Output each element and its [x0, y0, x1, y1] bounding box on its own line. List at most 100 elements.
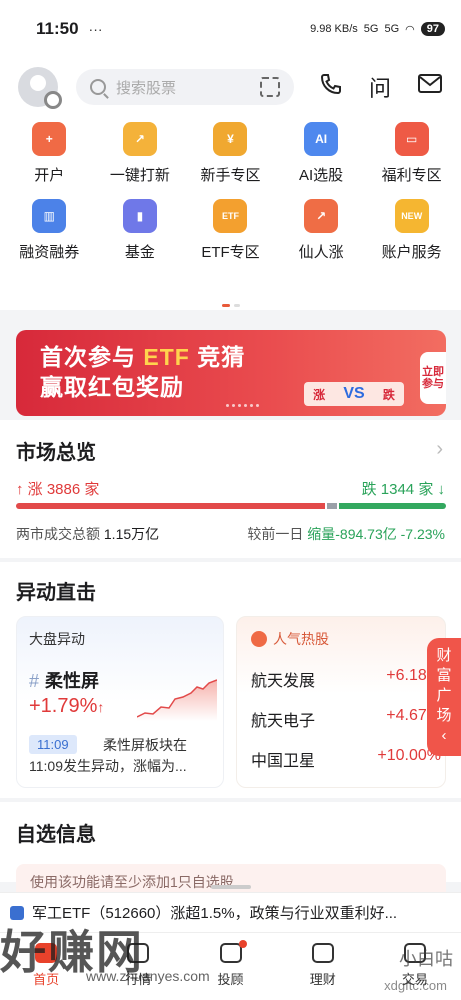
turnover-label: 两市成交总额: [16, 526, 100, 542]
network-speed: 9.98 KB/s: [310, 23, 358, 35]
status-time: 11:50: [36, 19, 79, 38]
quick-item[interactable]: ¥ 新手专区: [185, 122, 276, 185]
drag-handle[interactable]: [211, 885, 251, 889]
banner-vs-badge: 涨 VS 跌: [304, 382, 404, 406]
market-move-card[interactable]: 大盘异动 # 柔性屏 +1.79%↑ 柔性屏板块在11:09发生异动，涨幅为...…: [16, 616, 224, 788]
quick-item[interactable]: NEW 账户服务: [366, 199, 457, 262]
header: 搜索股票 问: [0, 58, 461, 110]
quick-item[interactable]: ↗ 仙人涨: [276, 199, 367, 262]
avatar-head: [30, 75, 46, 91]
search-placeholder: 搜索股票: [116, 79, 177, 97]
grid-pager: [222, 304, 240, 307]
scan-icon[interactable]: [260, 77, 280, 97]
tab-icon: [311, 943, 334, 963]
market-breadth-bar: [16, 503, 446, 509]
quick-item-label: 新手专区: [200, 167, 261, 184]
movers-section: 异动直击 大盘异动 # 柔性屏 +1.79%↑ 柔性屏板块在11:09发生异动，涨…: [0, 562, 461, 798]
stock-name: 航天电子: [251, 713, 316, 730]
quick-item-icon: ▮: [122, 199, 157, 233]
battery-icon: 97: [420, 22, 445, 36]
stock-name: 航天发展: [251, 673, 316, 690]
quick-item-icon: ETF: [213, 199, 248, 233]
quick-item[interactable]: ETF ETF专区: [185, 199, 276, 262]
compare-label: 较前一日: [247, 526, 304, 542]
quick-item-label: AI选股: [299, 167, 344, 184]
compare-value: -894.73亿: [335, 526, 397, 542]
market-overview[interactable]: 市场总览 › ↑ 涨 3886 家 跌 1344 家 ↓ 两市成交总额 1.15…: [0, 420, 461, 558]
quick-item[interactable]: AI AI选股: [276, 122, 367, 185]
quick-item[interactable]: ▮ 基金: [95, 199, 186, 262]
signal-5g-2: 5G: [384, 23, 400, 35]
banner-line1a: 首次参与: [40, 344, 144, 370]
stock-name: 中国卫星: [251, 753, 316, 770]
status-bar: 11:50 ··· 9.98 KB/s 5G 5G ◠ 97: [0, 0, 461, 58]
turnover-compare: 较前一日 缩量-894.73亿 -7.23%: [247, 524, 445, 544]
quick-item[interactable]: ▥ 融资融券: [4, 199, 95, 262]
question-icon[interactable]: 问: [369, 71, 391, 103]
turnover: 两市成交总额 1.15万亿: [16, 524, 159, 544]
quick-item-icon: ▥: [32, 199, 67, 233]
quick-item-icon: ↗: [304, 199, 339, 233]
vs-text: VS: [343, 385, 365, 402]
sector-name-text: 柔性屏: [45, 671, 100, 691]
header-actions: 问: [319, 71, 443, 103]
quick-item-label: ETF专区: [201, 244, 260, 261]
mail-icon[interactable]: [417, 73, 443, 101]
sector-name: # 柔性屏: [29, 667, 99, 693]
banner-line1c: 竞猜: [189, 344, 246, 370]
avatar[interactable]: [18, 67, 62, 109]
avatar-badge-icon: [44, 91, 62, 109]
hot-stock-row[interactable]: 航天发展 +6.18%: [251, 667, 441, 691]
sector-pct-value: +1.79%: [29, 695, 98, 717]
tab-item[interactable]: 投顾: [184, 933, 276, 1000]
sparkline-chart: [137, 679, 217, 721]
banner-join-button[interactable]: 立即参与: [420, 352, 446, 404]
tab-label: 投顾: [217, 972, 244, 987]
quick-item-label: 仙人涨: [298, 244, 344, 261]
hot-stock-row[interactable]: 中国卫星 +10.00%: [251, 747, 441, 771]
wifi-icon: ◠: [405, 23, 415, 36]
quick-item-label: 基金: [124, 244, 155, 261]
watermark-mini-url: xdgftc.com: [384, 978, 447, 993]
compare-pct: -7.23%: [400, 526, 445, 542]
tab-item[interactable]: 理财: [277, 933, 369, 1000]
search-icon: [90, 79, 106, 95]
quick-item-icon: NEW: [394, 199, 429, 233]
quick-item-label: 融资融券: [19, 244, 80, 261]
hot-stocks-title: 人气热股: [273, 631, 329, 647]
breadth-up: [16, 503, 326, 509]
watchlist-section: 自选信息 使用该功能请至少添加1只自选股: [0, 802, 461, 894]
wealth-square-label: 财富广场: [436, 647, 452, 724]
search-input[interactable]: 搜索股票: [76, 69, 294, 105]
status-extra: ···: [88, 21, 103, 37]
vs-down: 跌: [382, 387, 395, 402]
hot-stock-row[interactable]: 航天电子 +4.67%: [251, 707, 441, 731]
wealth-square-button[interactable]: 财富广场 ‹: [427, 638, 461, 756]
movers-title: 异动直击: [16, 582, 96, 604]
market-title: 市场总览: [16, 442, 96, 464]
quick-item-icon: ↗: [122, 122, 157, 156]
up-arrow-icon: ↑: [16, 481, 24, 498]
hot-stocks-card[interactable]: 人气热股 航天发展 +6.18% 航天电子 +4.67% 中国卫星 +10.00%: [236, 616, 446, 788]
signal-5g-1: 5G: [363, 23, 379, 35]
quick-item-label: 账户服务: [381, 244, 442, 261]
watermark-url: www.zhuanyes.com: [86, 968, 210, 984]
quick-item[interactable]: ↗ 一键打新: [95, 122, 186, 185]
phone-icon[interactable]: [319, 72, 343, 102]
market-move-header: 大盘异动: [29, 631, 85, 647]
quick-grid: + 开户 ↗ 一键打新 ¥ 新手专区 AI AI选股 ▭ 福利专区 ▥ 融资融券 ▮ 基金 ETF ETF专区…: [0, 122, 461, 262]
quick-item-label: 开户: [34, 167, 65, 184]
quick-item-icon: +: [32, 122, 67, 156]
watermark-mini: 小白咕: [399, 949, 453, 969]
up-arrow-icon: ↑: [97, 699, 105, 715]
watchlist-hint[interactable]: 使用该功能请至少添加1只自选股: [16, 864, 446, 894]
hot-stocks-header: 人气热股: [251, 629, 329, 649]
quick-item[interactable]: ▭ 福利专区: [366, 122, 457, 185]
sector-pct: +1.79%↑: [29, 695, 104, 718]
quick-item[interactable]: + 开户: [4, 122, 95, 185]
vs-up: 涨: [313, 387, 326, 402]
chevron-left-icon: ‹: [441, 727, 447, 744]
down-arrow-icon: ↓: [437, 481, 446, 498]
etf-banner[interactable]: 首次参与 ETF 竞猜 赢取红包奖励 涨 VS 跌 立即参与: [16, 330, 446, 416]
chevron-right-icon[interactable]: ›: [436, 438, 443, 461]
